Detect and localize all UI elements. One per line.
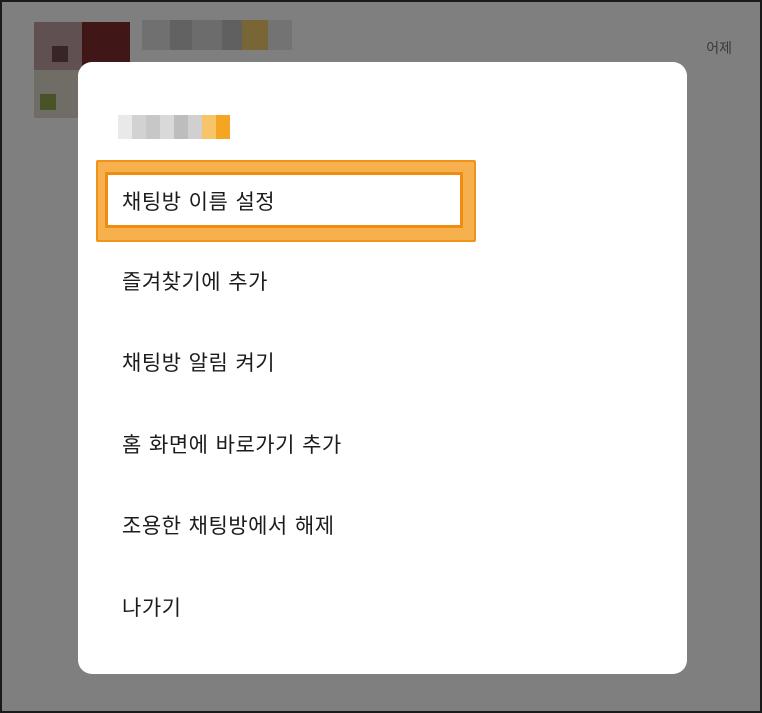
menu-item-notifications-on[interactable]: 채팅방 알림 켜기 [122,347,275,377]
menu-item-remove-quiet-chat[interactable]: 조용한 채팅방에서 해제 [122,510,335,540]
screen-frame: 어제 채팅방 이름 설정 즐겨찾기에 추가 채팅방 알림 켜기 홈 화면에 바로… [0,0,762,713]
dialog-title-blurred [118,114,230,140]
menu-item-leave[interactable]: 나가기 [122,592,181,622]
menu-item-rename-chat[interactable]: 채팅방 이름 설정 [122,186,275,216]
menu-item-add-home-shortcut[interactable]: 홈 화면에 바로가기 추가 [122,429,342,459]
menu-item-add-favorite[interactable]: 즐겨찾기에 추가 [122,266,268,296]
